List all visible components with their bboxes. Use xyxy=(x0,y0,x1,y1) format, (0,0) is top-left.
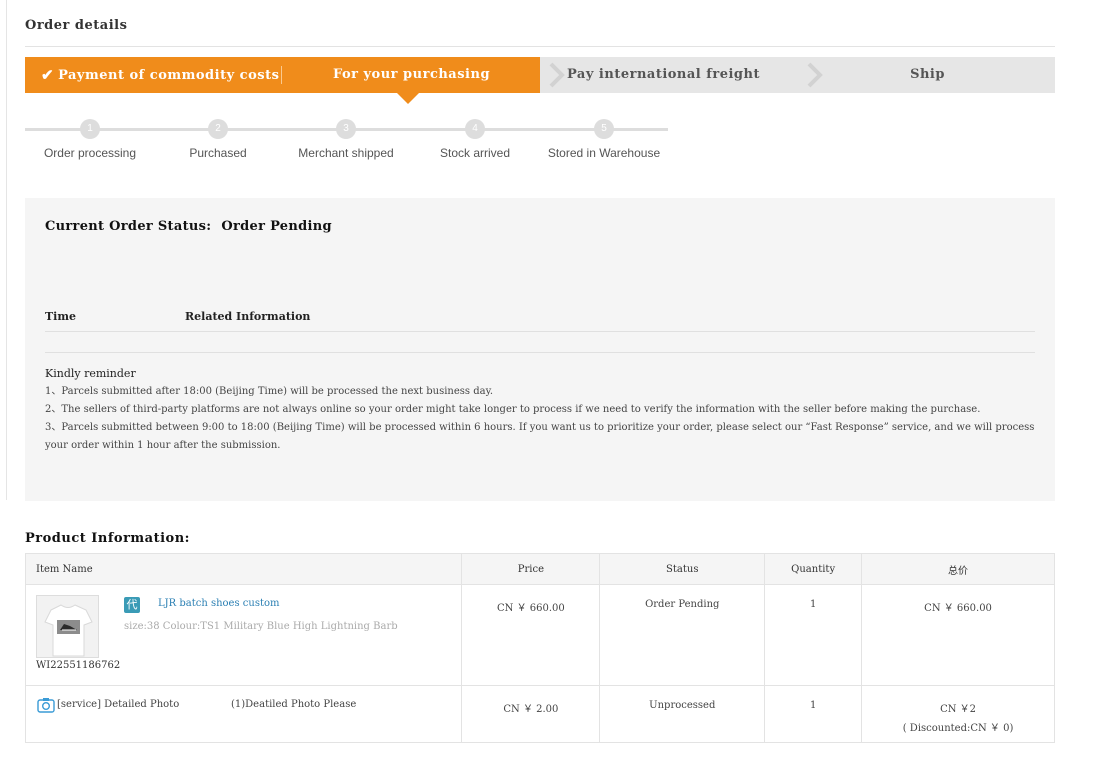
reminder-line-3: 3、Parcels submitted between 9:00 to 18:0… xyxy=(45,422,1035,451)
item-price: CN ￥ 660.00 xyxy=(461,584,601,686)
step-label: Ship xyxy=(910,67,945,82)
service-detail: (1)Deatiled Photo Please xyxy=(231,699,357,710)
camera-icon xyxy=(37,698,55,713)
status-label: Current Order Status: xyxy=(45,219,212,234)
divider xyxy=(45,331,1035,332)
service-name-cell: [service] Detailed Photo (1)Deatiled Pho… xyxy=(24,685,463,743)
status-value: Order Pending xyxy=(221,219,332,234)
step-pay-freight: Pay international freight xyxy=(540,57,800,93)
header-price: Price xyxy=(461,553,601,585)
progress-node-5: 5 xyxy=(594,119,614,139)
service-total: CN ￥2 xyxy=(940,704,977,715)
item-spec: size:38 Colour:TS1 Military Blue High Li… xyxy=(124,621,398,632)
check-icon: ✔ xyxy=(41,66,55,84)
service-total-cell: CN ￥2 ( Discounted:CN ￥ 0) xyxy=(861,685,1055,743)
progress-node-3: 3 xyxy=(336,119,356,139)
step-payment-commodity: ✔ Payment of commodity costs xyxy=(25,57,283,93)
reminder-title: Kindly reminder xyxy=(45,367,136,380)
item-id: WI22551186762 xyxy=(36,660,121,671)
progress-node-1: 1 xyxy=(80,119,100,139)
progress-label-merchant-shipped: Merchant shipped xyxy=(298,146,394,160)
item-quantity: 1 xyxy=(764,584,863,686)
table-row: WI22551186762 代 LJR batch shoes custom s… xyxy=(24,584,1055,686)
step-label: Payment of commodity costs xyxy=(58,68,280,83)
service-price: CN ￥ 2.00 xyxy=(461,685,601,743)
header-quantity: Quantity xyxy=(764,553,863,585)
service-name: [service] Detailed Photo xyxy=(57,699,180,710)
product-info-title: Product Information: xyxy=(25,531,190,546)
item-status: Order Pending xyxy=(599,584,766,686)
col-header-time: Time xyxy=(45,310,77,323)
header-item-name: Item Name xyxy=(24,553,463,585)
col-header-related-info: Related Information xyxy=(185,310,311,323)
product-table: Item Name Price Status Quantity 总价 WI225 xyxy=(24,553,1055,743)
step-label: For your purchasing xyxy=(332,67,491,82)
header-status: Status xyxy=(599,553,766,585)
progress-label-purchased: Purchased xyxy=(189,146,247,160)
step-label: Pay international freight xyxy=(567,67,760,82)
kindly-reminder: Kindly reminder 1、Parcels submitted afte… xyxy=(45,365,1040,455)
service-quantity: 1 xyxy=(764,685,863,743)
current-order-status: Current Order Status: Order Pending xyxy=(45,219,342,234)
title-divider xyxy=(25,46,1055,47)
item-name-cell: WI22551186762 代 LJR batch shoes custom s… xyxy=(24,584,463,686)
table-header-row: Item Name Price Status Quantity 总价 xyxy=(24,553,1055,585)
reminder-line-1: 1、Parcels submitted after 18:00 (Beijing… xyxy=(45,386,494,397)
item-name-link[interactable]: LJR batch shoes custom xyxy=(158,598,279,609)
reminder-line-2: 2、The sellers of third-party platforms a… xyxy=(45,404,981,415)
service-status: Unprocessed xyxy=(599,685,766,743)
product-thumbnail[interactable] xyxy=(36,595,99,658)
order-status-panel: Current Order Status: Order Pending Time … xyxy=(25,198,1055,501)
progress-node-4: 4 xyxy=(465,119,485,139)
table-row: [service] Detailed Photo (1)Deatiled Pho… xyxy=(24,685,1055,743)
item-total: CN ￥ 660.00 xyxy=(861,584,1055,686)
step-purchasing: For your purchasing xyxy=(283,57,540,93)
divider xyxy=(45,352,1035,353)
current-step-pointer xyxy=(397,93,419,104)
progress-label-order-processing: Order processing xyxy=(43,146,137,160)
step-divider xyxy=(281,66,282,84)
page-title: Order details xyxy=(25,18,128,33)
progress-label-stock-arrived: Stock arrived xyxy=(439,146,511,160)
progress-label-stored: Stored in Warehouse xyxy=(547,146,661,160)
order-step-bar: ✔ Payment of commodity costs For your pur… xyxy=(25,57,1055,104)
step-ship: Ship xyxy=(800,57,1055,93)
tshirt-image xyxy=(37,596,98,657)
left-border xyxy=(6,0,7,500)
progress-node-2: 2 xyxy=(208,119,228,139)
dai-purchase-icon: 代 xyxy=(124,597,140,613)
service-discount-note: ( Discounted:CN ￥ 0) xyxy=(902,723,1014,734)
header-total: 总价 xyxy=(861,553,1055,585)
